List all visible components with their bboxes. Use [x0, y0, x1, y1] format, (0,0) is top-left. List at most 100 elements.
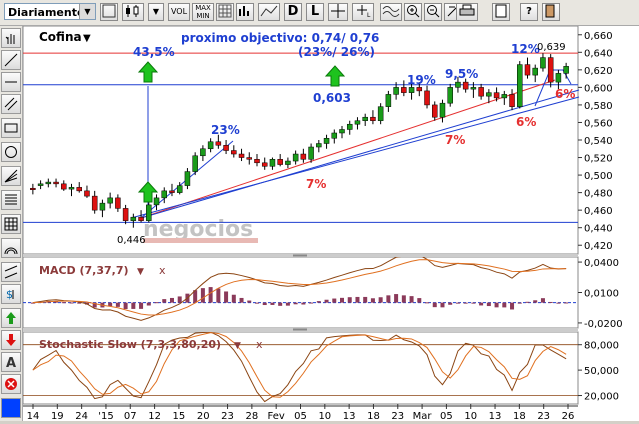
price-axis-label: 0,480 [584, 189, 613, 200]
volume-button[interactable]: VOL [168, 3, 190, 21]
candle-body [447, 87, 453, 104]
delete-icon[interactable] [1, 374, 21, 394]
macd-histogram-bar [486, 302, 491, 307]
macd-histogram-bar [448, 302, 453, 305]
x-axis-label: 05 [440, 411, 453, 421]
toolbar: Diariamente ▼ ▼ VOL MAX MIN D L L ? [0, 0, 639, 26]
chevron-down-icon[interactable]: ▼ [234, 341, 241, 351]
price-axis-label: 0,640 [584, 48, 613, 59]
color-icon[interactable] [1, 398, 21, 418]
crosshair-button[interactable] [328, 3, 348, 21]
pct-label: 6% [516, 115, 536, 129]
macd-histogram-bar [278, 302, 283, 306]
maxmin-button[interactable]: MAX MIN [192, 3, 214, 21]
print-icon[interactable] [456, 3, 478, 21]
grid-icon[interactable] [1, 214, 21, 234]
macd-histogram-bar [378, 297, 383, 303]
macd-histogram-bar [332, 298, 337, 303]
grid-button[interactable] [216, 3, 234, 21]
indicator-button[interactable] [258, 3, 280, 21]
x-axis-label: 28 [245, 411, 258, 421]
drawing-tools-sidebar: $ A [0, 26, 23, 421]
macd-histogram-bar [177, 296, 182, 303]
macd-histogram-bar [324, 299, 329, 303]
macd-histogram-bar [540, 298, 545, 303]
macd-histogram-bar [139, 302, 144, 309]
x-axis-label: 10 [318, 411, 331, 421]
zoom-out-icon[interactable] [424, 3, 442, 21]
channel-icon[interactable] [1, 262, 21, 282]
value-label: 0,639 [537, 42, 566, 53]
objective-text: proximo objectivo: 0,74/ 0,76 [181, 31, 379, 45]
candle-body [540, 57, 546, 69]
macd-histogram-bar [69, 302, 74, 304]
chart-bar-button[interactable] [236, 3, 254, 21]
dollar-icon[interactable]: $ [1, 284, 21, 304]
macd-histogram-bar [254, 302, 259, 304]
line-icon[interactable] [1, 50, 21, 70]
candle-body [300, 153, 307, 160]
stoch-axis-label: 80,000 [584, 341, 619, 352]
wave-button[interactable] [380, 3, 402, 21]
macd-histogram-bar [355, 296, 360, 303]
x-axis-label: 24 [75, 411, 88, 421]
candle-body [370, 116, 376, 121]
pane-splitter[interactable] [23, 254, 578, 257]
x-axis-label: 23 [537, 411, 550, 421]
close-icon[interactable]: x [256, 338, 263, 351]
circle-icon[interactable] [1, 142, 21, 162]
candle-body [401, 87, 407, 93]
pane-splitter[interactable] [23, 328, 578, 332]
text-icon[interactable]: A [1, 352, 21, 372]
candle-body [215, 141, 222, 146]
dropdown-button[interactable]: ▼ [148, 3, 164, 21]
candle-body [176, 185, 183, 193]
candle-body [138, 216, 144, 221]
macd-histogram-bar [154, 302, 159, 304]
hline-icon[interactable] [1, 72, 21, 92]
zoom-in-button[interactable] [100, 3, 118, 21]
x-axis-label: Mar [413, 411, 433, 421]
candle-body [238, 153, 245, 158]
rect-icon[interactable] [1, 118, 21, 138]
up-arrow-icon[interactable] [1, 308, 21, 328]
parallel-icon[interactable] [1, 94, 21, 114]
settings-icon[interactable] [492, 3, 510, 21]
hand-icon[interactable] [1, 28, 21, 48]
d-button[interactable]: D [284, 3, 302, 21]
close-icon[interactable]: x [159, 264, 166, 277]
x-axis-label: Fev [268, 411, 285, 421]
candle-body [269, 159, 276, 167]
macd-histogram-bar [363, 296, 368, 303]
down-arrow-icon[interactable] [1, 330, 21, 350]
l-button[interactable]: L [306, 3, 324, 21]
macd-histogram-bar [200, 288, 205, 303]
chart-area[interactable]: 0,660 0,640 0,620 0,600 0,580 0,560 0,540 0,520… [22, 25, 639, 422]
chevron-down-icon[interactable]: ▼ [137, 267, 144, 277]
candle-body [308, 146, 314, 160]
macd-histogram-bar [502, 302, 507, 308]
fib-icon[interactable] [1, 190, 21, 210]
macd-histogram-bar [146, 302, 151, 306]
candle-body [184, 171, 191, 186]
macd-histogram-bar [386, 295, 391, 303]
candle-type-button[interactable] [122, 3, 144, 21]
watermark: negocios [143, 217, 258, 243]
fan-icon[interactable] [1, 166, 21, 186]
candle-body [501, 94, 508, 99]
period-select[interactable]: Diariamente ▼ [4, 3, 96, 20]
zoom-in-icon[interactable] [404, 3, 422, 21]
candle-body [153, 197, 160, 206]
candle-body [432, 104, 438, 118]
hline-button[interactable]: L [352, 3, 374, 21]
arc-icon[interactable] [1, 238, 21, 258]
chevron-down-icon[interactable]: ▼ [83, 33, 91, 44]
x-axis-label: 07 [124, 411, 137, 421]
help-icon[interactable]: ? [520, 3, 538, 21]
macd-histogram-bar [517, 302, 522, 304]
period-label: Diariamente [8, 6, 85, 19]
pct-label: 7% [306, 177, 326, 191]
x-axis-label: 13 [489, 411, 502, 421]
exit-icon[interactable] [542, 3, 560, 21]
macd-histogram-bar [108, 302, 113, 307]
